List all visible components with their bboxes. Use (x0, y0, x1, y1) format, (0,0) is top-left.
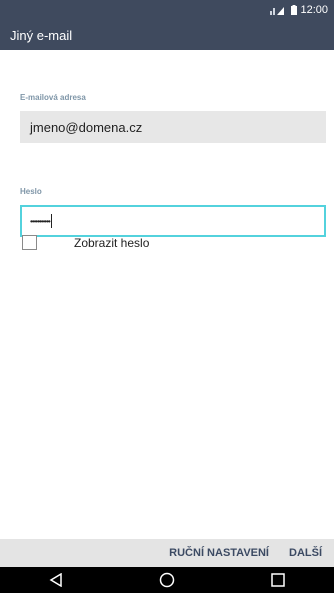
home-icon[interactable] (147, 567, 187, 593)
action-bar: RUČNÍ NASTAVENÍ DALŠÍ (0, 539, 334, 567)
password-field[interactable]: ••••••••••• (20, 205, 326, 237)
show-password-row[interactable]: Zobrazit heslo (22, 235, 149, 250)
password-label: Heslo (20, 187, 42, 196)
email-label: E-mailová adresa (20, 93, 86, 102)
signal-icon (270, 5, 288, 15)
show-password-label: Zobrazit heslo (74, 235, 150, 250)
recents-icon[interactable] (258, 567, 298, 593)
text-caret (50, 214, 52, 228)
next-button[interactable]: DALŠÍ (289, 547, 322, 559)
battery-icon (291, 5, 298, 15)
email-field[interactable]: jmeno@domena.cz (20, 111, 326, 143)
manual-setup-button[interactable]: RUČNÍ NASTAVENÍ (169, 547, 269, 559)
email-value: jmeno@domena.cz (30, 119, 143, 135)
back-icon[interactable] (36, 567, 76, 593)
navigation-bar (0, 567, 334, 593)
page-title: Jiný e-mail (10, 27, 73, 43)
status-bar: 12:00 (0, 0, 334, 20)
status-time: 12:00 (300, 4, 328, 16)
app-bar: Jiný e-mail (0, 20, 334, 50)
show-password-checkbox[interactable] (22, 235, 37, 250)
password-value: ••••••••••• (30, 216, 51, 226)
